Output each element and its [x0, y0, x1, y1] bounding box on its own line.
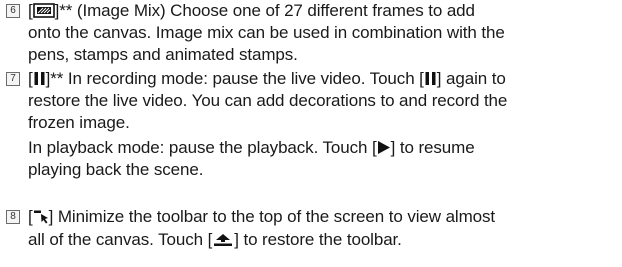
pause-icon: [33, 71, 46, 86]
text-line: pens, stamps and animated stamps.: [28, 45, 298, 64]
text-line: onto the canvas. Image mix can be used i…: [28, 23, 505, 42]
text-line: In playback mode: pause the playback. To…: [28, 138, 475, 157]
minimize-toolbar-icon: [33, 209, 49, 224]
pause-icon: [424, 71, 437, 86]
item-number-badge: 6: [6, 4, 20, 18]
restore-toolbar-icon: [212, 232, 234, 247]
text-line: restore the live video. You can add deco…: [28, 91, 508, 110]
play-icon: [377, 140, 391, 155]
text-line: all of the canvas. Touch [] to restore t…: [28, 230, 402, 249]
text-line: [] Minimize the toolbar to the top of th…: [28, 207, 496, 226]
text-line: playing back the scene.: [28, 160, 204, 179]
item-number-badge: 8: [6, 210, 20, 224]
item-number-badge: 7: [6, 72, 20, 86]
text-line: []** (Image Mix) Choose one of 27 differ…: [28, 1, 475, 20]
text-line: []** In recording mode: pause the live v…: [28, 69, 506, 88]
image-mix-icon: [32, 3, 55, 18]
text-line: frozen image.: [28, 113, 130, 132]
manual-page: 6 []** (Image Mix) Choose one of 27 diff…: [0, 0, 622, 267]
